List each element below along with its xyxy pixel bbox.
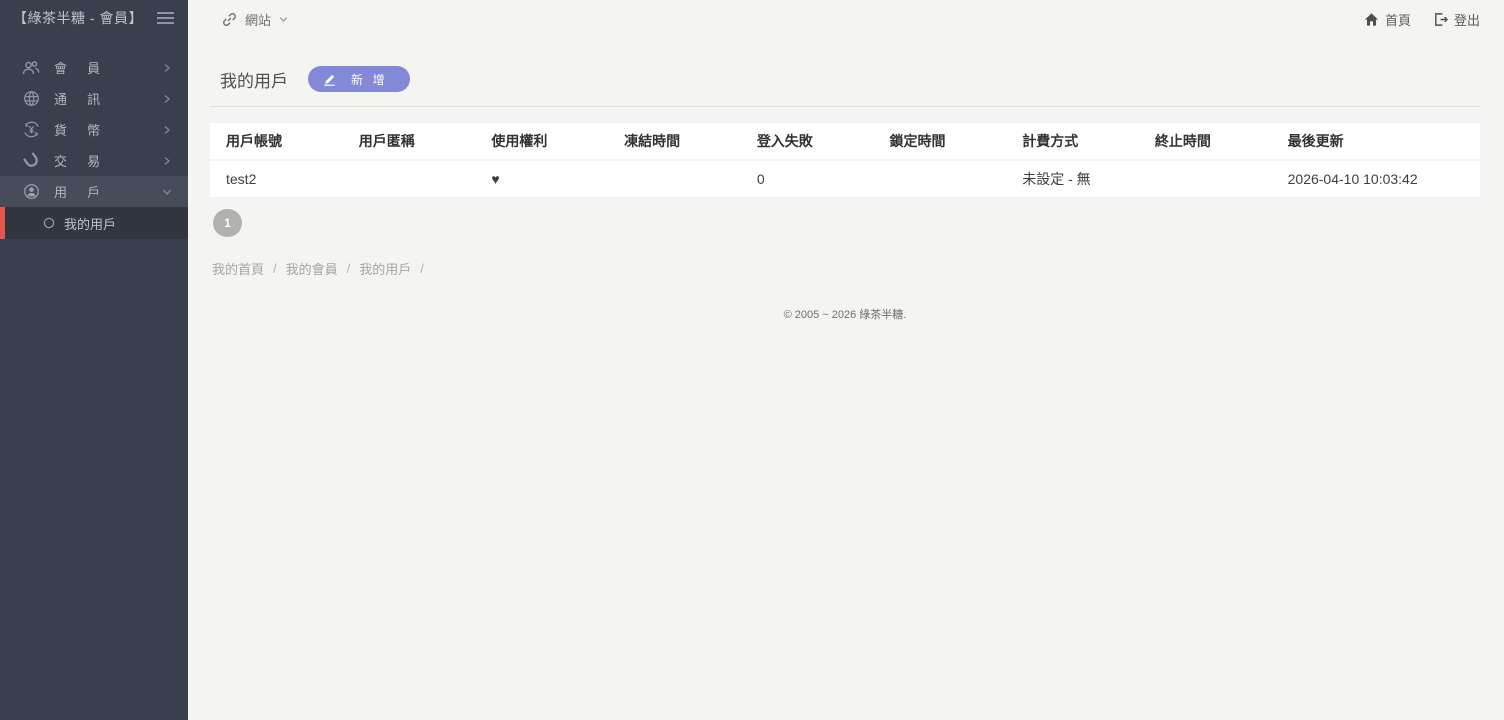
cell-account: test2 bbox=[210, 161, 343, 197]
table-row[interactable]: test2 ♥ 0 未設定 - 無 2026-04-10 10:03:42 bbox=[210, 161, 1480, 197]
home-icon bbox=[1364, 12, 1379, 27]
site-dropdown[interactable]: 網站 bbox=[222, 10, 288, 29]
chevron-right-icon bbox=[162, 156, 172, 166]
sidebar-subitem-my-users[interactable]: 我的用戶 bbox=[0, 207, 188, 239]
col-header-rights: 使用權利 bbox=[475, 123, 608, 159]
breadcrumb-members[interactable]: 我的會員 bbox=[286, 259, 338, 278]
site-dropdown-label: 網站 bbox=[245, 10, 271, 29]
sidebar-item-label: 通訊 bbox=[54, 89, 162, 108]
pencil-icon bbox=[322, 72, 337, 87]
sidebar-item-currency[interactable]: 貨幣 bbox=[0, 114, 188, 145]
add-button[interactable]: 新增 bbox=[308, 66, 410, 92]
col-header-login-failures: 登入失敗 bbox=[741, 123, 874, 159]
users-icon bbox=[22, 59, 40, 77]
sidebar-item-label: 交易 bbox=[54, 151, 162, 170]
breadcrumb: 我的首頁 / 我的會員 / 我的用戶 / bbox=[212, 259, 1480, 278]
divider bbox=[210, 106, 1480, 107]
sidebar-item-label: 會員 bbox=[54, 58, 162, 77]
cell-freeze-time bbox=[608, 161, 741, 197]
globe-icon bbox=[22, 90, 40, 108]
table-header-row: 用戶帳號 用戶匿稱 使用權利 凍結時間 登入失敗 鎖定時間 計費方式 終止時間 … bbox=[210, 123, 1480, 159]
cell-lock-time bbox=[874, 161, 1007, 197]
cell-billing: 未設定 - 無 bbox=[1006, 161, 1139, 197]
cell-end-time bbox=[1139, 161, 1272, 197]
page-title: 我的用戶 bbox=[220, 67, 288, 92]
breadcrumb-separator: / bbox=[273, 261, 277, 276]
app-title: 【綠茶半糖 - 會員】 bbox=[13, 8, 143, 28]
user-table: 用戶帳號 用戶匿稱 使用權利 凍結時間 登入失敗 鎖定時間 計費方式 終止時間 … bbox=[210, 121, 1480, 199]
breadcrumb-separator: / bbox=[347, 261, 351, 276]
cell-nickname bbox=[343, 161, 476, 197]
breadcrumb-separator: / bbox=[420, 261, 424, 276]
sidebar: 【綠茶半糖 - 會員】 會員 bbox=[0, 0, 188, 720]
col-header-account: 用戶帳號 bbox=[210, 123, 343, 159]
cell-login-failures: 0 bbox=[741, 161, 874, 197]
breadcrumb-my-users[interactable]: 我的用戶 bbox=[359, 259, 411, 278]
title-row: 我的用戶 新增 bbox=[220, 66, 1480, 106]
add-button-label: 新增 bbox=[351, 71, 394, 88]
col-header-lock-time: 鎖定時間 bbox=[874, 123, 1007, 159]
circle-icon bbox=[43, 217, 55, 229]
sidebar-item-members[interactable]: 會員 bbox=[0, 52, 188, 83]
sidebar-item-label: 貨幣 bbox=[54, 120, 162, 139]
sidebar-nav: 會員 通訊 bbox=[0, 52, 188, 239]
chevron-right-icon bbox=[162, 125, 172, 135]
chevron-down-icon bbox=[162, 187, 172, 197]
sidebar-item-label: 用戶 bbox=[54, 182, 162, 201]
hamburger-menu-icon[interactable] bbox=[157, 12, 174, 24]
cell-last-updated: 2026-04-10 10:03:42 bbox=[1272, 161, 1480, 197]
sidebar-item-communication[interactable]: 通訊 bbox=[0, 83, 188, 114]
footer-copyright: © 2005 ~ 2026 綠茶半糖. bbox=[210, 306, 1480, 322]
col-header-end-time: 終止時間 bbox=[1139, 123, 1272, 159]
col-header-freeze-time: 凍結時間 bbox=[608, 123, 741, 159]
chevron-right-icon bbox=[162, 94, 172, 104]
user-circle-icon bbox=[22, 183, 40, 201]
home-link-label: 首頁 bbox=[1385, 10, 1411, 29]
pagination: 1 bbox=[213, 209, 1480, 237]
page-button-1[interactable]: 1 bbox=[213, 209, 242, 237]
main-content: 我的用戶 新增 用戶帳號 用戶匿稱 使用權利 凍結時間 bbox=[188, 38, 1504, 322]
breadcrumb-home[interactable]: 我的首頁 bbox=[212, 259, 264, 278]
link-icon bbox=[222, 12, 237, 27]
brand-row: 【綠茶半糖 - 會員】 bbox=[0, 0, 188, 36]
home-link[interactable]: 首頁 bbox=[1364, 10, 1411, 29]
user-table-wrap: 用戶帳號 用戶匿稱 使用權利 凍結時間 登入失敗 鎖定時間 計費方式 終止時間 … bbox=[210, 121, 1480, 199]
col-header-nickname: 用戶匿稱 bbox=[343, 123, 476, 159]
chevron-down-icon bbox=[279, 15, 288, 24]
sidebar-subitem-label: 我的用戶 bbox=[64, 214, 116, 233]
logout-link[interactable]: 登出 bbox=[1433, 10, 1480, 29]
magnet-icon bbox=[22, 152, 40, 170]
logout-link-label: 登出 bbox=[1454, 10, 1480, 29]
sidebar-item-transactions[interactable]: 交易 bbox=[0, 145, 188, 176]
currency-icon bbox=[22, 121, 40, 139]
chevron-right-icon bbox=[162, 63, 172, 73]
topbar: 網站 首頁 登出 bbox=[188, 0, 1504, 38]
logout-icon bbox=[1433, 12, 1448, 27]
col-header-last-updated: 最後更新 bbox=[1272, 123, 1480, 159]
topbar-right: 首頁 登出 bbox=[1364, 10, 1480, 29]
sidebar-item-users[interactable]: 用戶 bbox=[0, 176, 188, 207]
cell-rights heart-icon: ♥ bbox=[475, 161, 608, 197]
col-header-billing: 計費方式 bbox=[1006, 123, 1139, 159]
